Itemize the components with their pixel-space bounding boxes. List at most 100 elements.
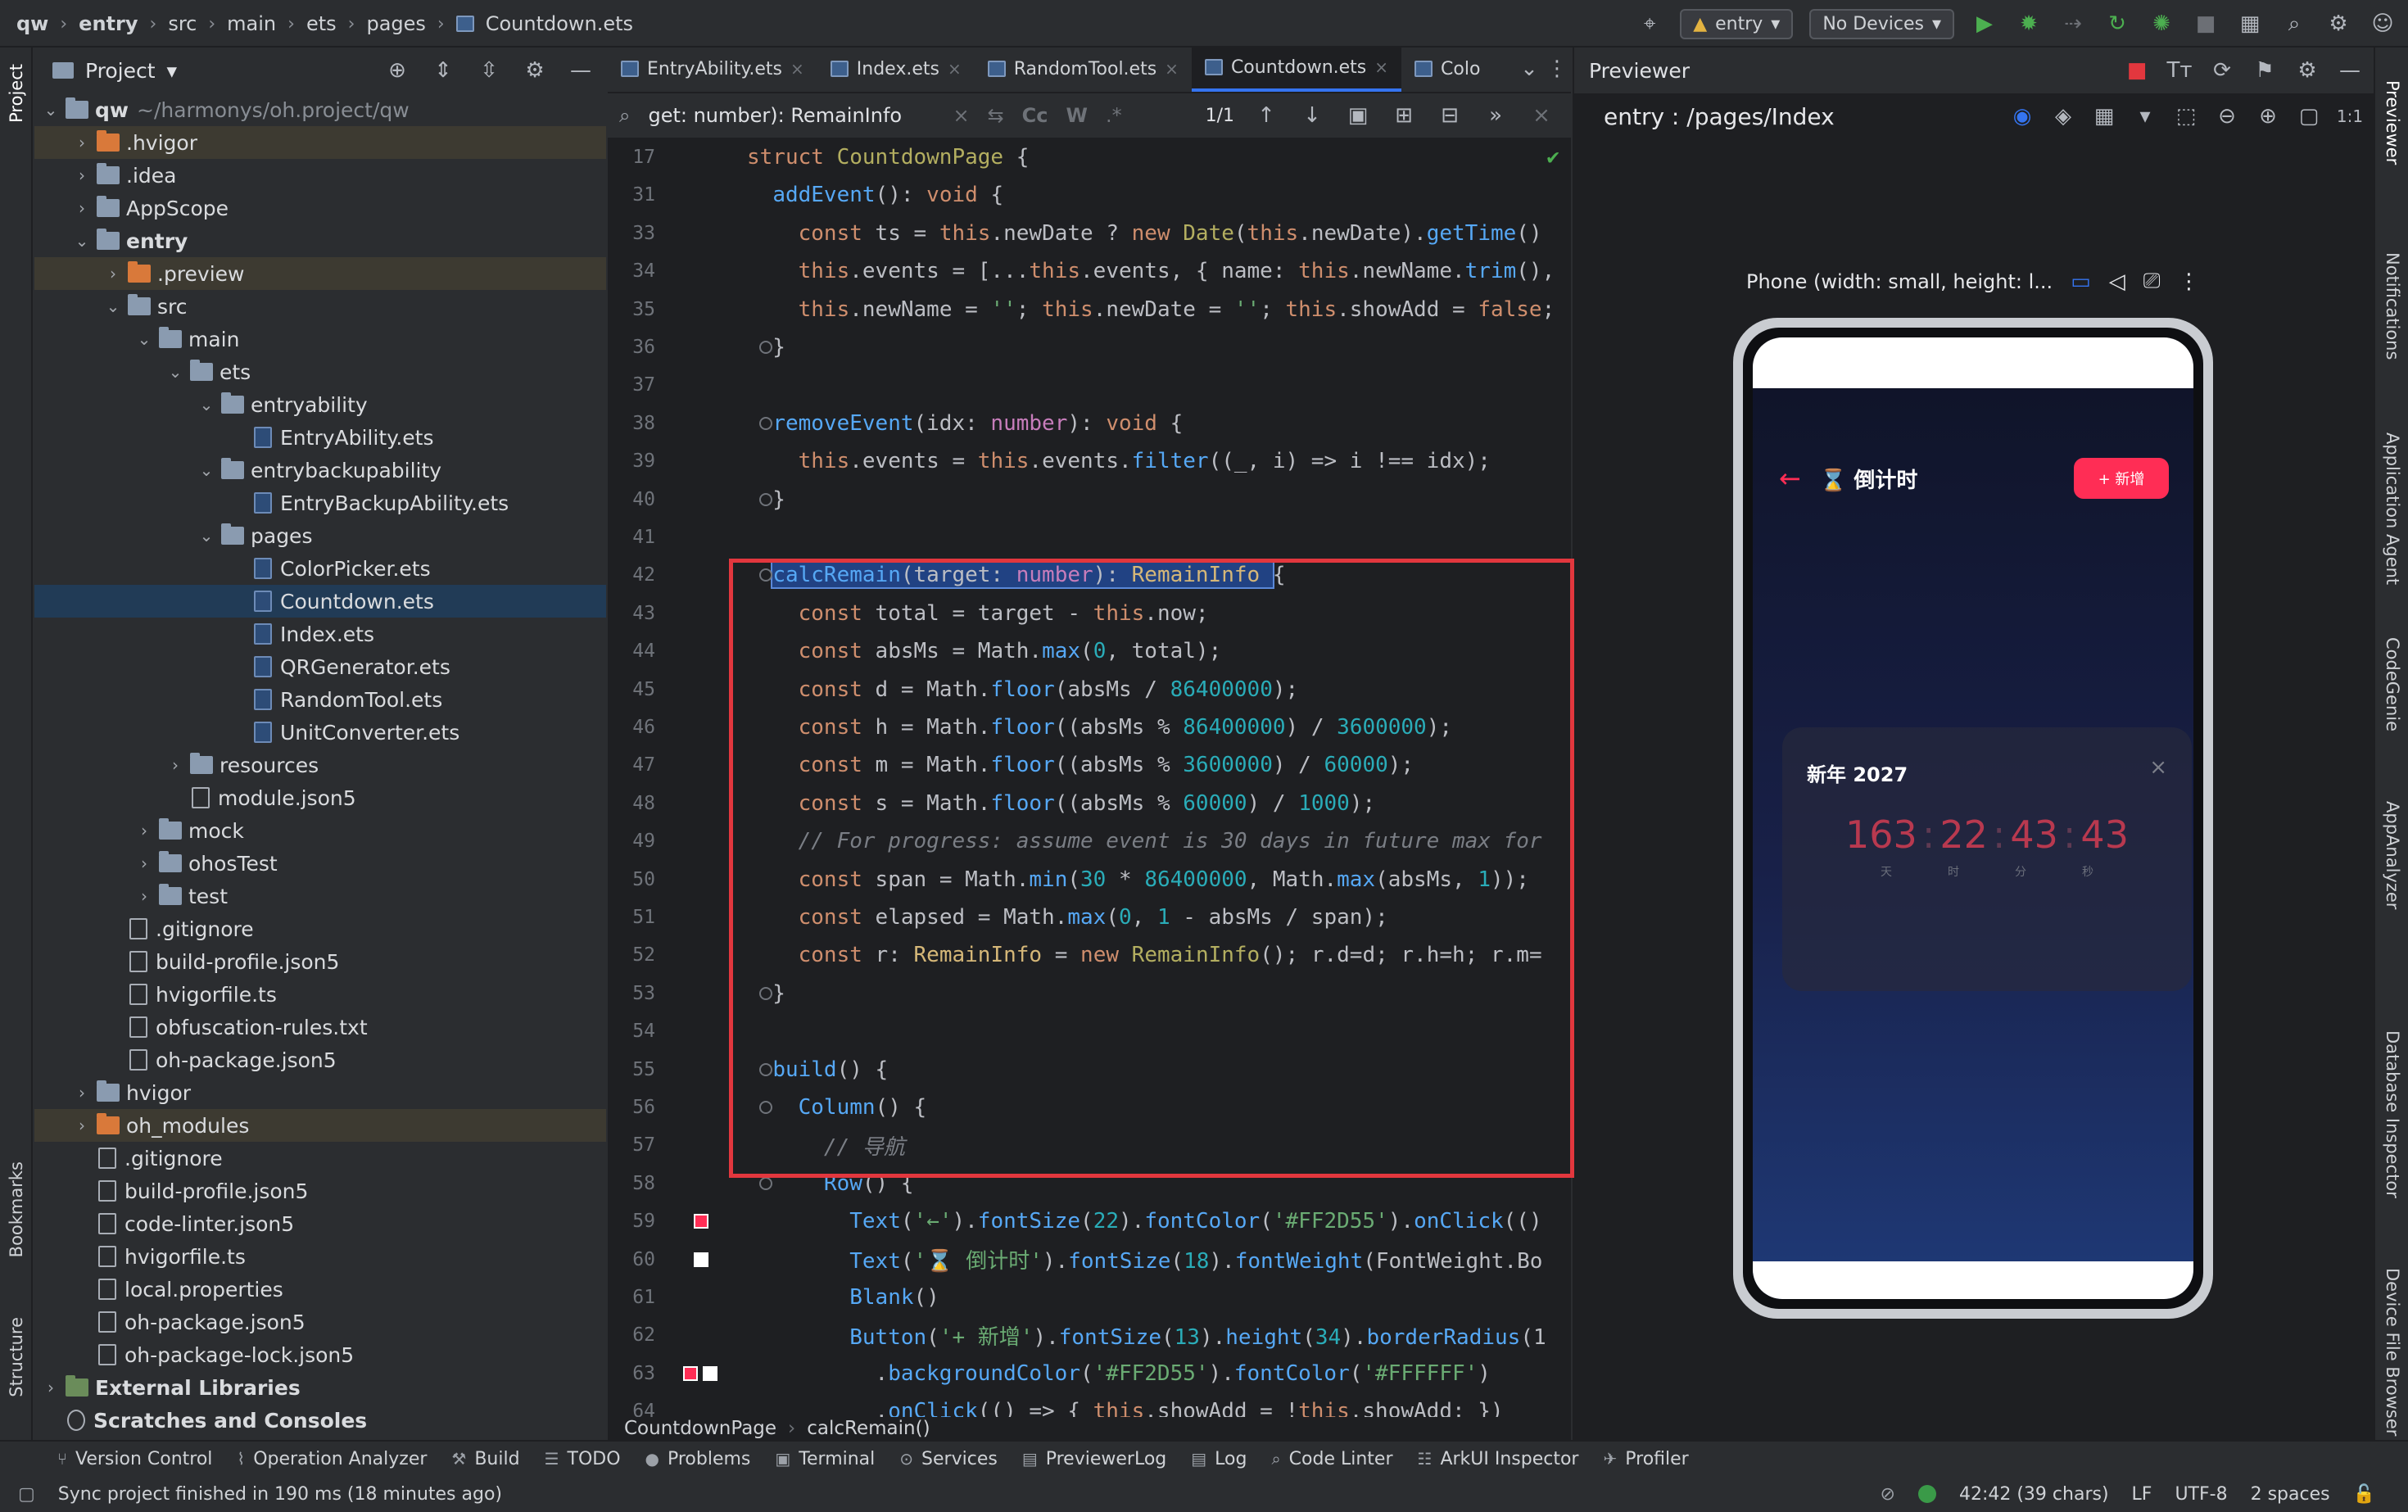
fold-marker-icon[interactable]	[759, 492, 772, 506]
debug-icon[interactable]: ✹	[2015, 10, 2043, 38]
remove-event-close-icon[interactable]: ×	[2149, 755, 2167, 780]
zoom-out-icon[interactable]: ⊖	[2213, 102, 2241, 130]
tree-item[interactable]: › oh_modules	[34, 1109, 606, 1142]
target-icon[interactable]: ⌖	[1636, 10, 1663, 38]
font-size-icon[interactable]: Tт	[2166, 57, 2193, 84]
line-number[interactable]: 40	[608, 489, 660, 510]
line-number[interactable]: 63	[608, 1363, 660, 1384]
tree-item[interactable]: oh-package-lock.json5	[34, 1338, 606, 1371]
tree-item[interactable]: Index.ets	[34, 618, 606, 650]
tree-item[interactable]: ⌄ entryability	[34, 388, 606, 421]
terminal-tab[interactable]: ▣ Terminal	[775, 1449, 875, 1469]
tree-item[interactable]: RandomTool.ets	[34, 683, 606, 716]
fold-marker-icon[interactable]	[759, 416, 772, 430]
code-line[interactable]: 37	[608, 367, 1571, 403]
chevron-down-icon[interactable]: ⌄	[165, 362, 185, 382]
close-icon[interactable]: ×	[1528, 102, 1555, 129]
breadcrumb-struct[interactable]: CountdownPage	[624, 1418, 776, 1439]
line-separator[interactable]: LF	[2132, 1484, 2152, 1505]
codegenie-tool-tab[interactable]: CodeGenie	[2383, 637, 2402, 731]
crumb-entry[interactable]: entry	[79, 12, 138, 35]
tree-item[interactable]: › hvigor	[34, 1076, 606, 1109]
no-mouse-icon[interactable]: ⊘	[1881, 1484, 1895, 1505]
select-all-icon[interactable]: ▣	[1344, 102, 1372, 129]
device-file-browser-tool-tab[interactable]: Device File Browser	[2383, 1268, 2402, 1436]
chevron-right-icon[interactable]: ›	[134, 853, 154, 873]
arrow-up-icon[interactable]: ↑	[1252, 102, 1280, 129]
tree-item[interactable]: › resources	[34, 749, 606, 781]
line-number[interactable]: 53	[608, 983, 660, 1004]
line-number[interactable]: 64	[608, 1401, 660, 1417]
line-number[interactable]: 59	[608, 1211, 660, 1232]
inspect-icon[interactable]: ⚑	[2251, 57, 2279, 84]
crumb-pages[interactable]: pages	[366, 12, 425, 35]
chevron-down-icon[interactable]: ⌄	[197, 460, 216, 480]
line-number[interactable]: 62	[608, 1324, 660, 1346]
line-number[interactable]: 51	[608, 907, 660, 928]
close-icon[interactable]: ×	[948, 59, 962, 79]
history-icon[interactable]: ⇆	[988, 104, 1004, 127]
more-vertical-icon[interactable]: ⋮	[2179, 269, 2200, 294]
crumb-file[interactable]: Countdown.ets	[486, 12, 633, 35]
chevron-down-icon[interactable]: ⌄	[72, 231, 92, 251]
tree-item[interactable]: ColorPicker.ets	[34, 552, 606, 585]
one-to-one-icon[interactable]: 1:1	[2336, 102, 2364, 130]
stop-icon[interactable]: ■	[2192, 10, 2220, 38]
tree-item[interactable]: › test	[34, 880, 606, 912]
line-number[interactable]: 31	[608, 184, 660, 206]
code-line[interactable]: 62 Button('+ 新增').fontSize(13).height(34…	[608, 1317, 1571, 1353]
chevron-right-icon[interactable]: ›	[72, 1083, 92, 1102]
close-icon[interactable]: ×	[1374, 57, 1388, 77]
line-number[interactable]: 41	[608, 527, 660, 548]
code-line[interactable]: 64 .onClick(() => { this.showAdd = !this…	[608, 1393, 1571, 1417]
more-icon[interactable]: »	[1482, 102, 1510, 129]
status-message[interactable]: Sync project finished in 190 ms (18 minu…	[58, 1484, 502, 1505]
back-arrow-icon[interactable]: ←	[1779, 463, 1801, 494]
expand-all-icon[interactable]: ⇕	[429, 57, 457, 84]
line-number[interactable]: 49	[608, 831, 660, 852]
tree-item[interactable]: .gitignore	[34, 1142, 606, 1175]
lock-icon[interactable]: 🔓	[2353, 1484, 2375, 1505]
refresh-icon[interactable]: ⟳	[2208, 57, 2236, 84]
project-panel-title[interactable]: Project	[85, 59, 156, 83]
code-line[interactable]: 38 removeEvent(idx: number): void {	[608, 405, 1571, 441]
line-number[interactable]: 61	[608, 1287, 660, 1308]
chevron-right-icon[interactable]: ›	[103, 264, 123, 283]
line-number[interactable]: 54	[608, 1021, 660, 1042]
code-line[interactable]: 34 this.events = [...this.events, { name…	[608, 253, 1571, 289]
line-number[interactable]: 39	[608, 450, 660, 472]
tree-item[interactable]: build-profile.json5	[34, 1175, 606, 1207]
device-select[interactable]: No Devices ▾	[1809, 8, 1954, 39]
line-number[interactable]: 44	[608, 641, 660, 662]
tree-item[interactable]: Scratches and Consoles	[34, 1404, 606, 1437]
regex-toggle[interactable]: .*	[1106, 104, 1122, 127]
tree-item[interactable]: ⌄ pages	[34, 519, 606, 552]
crumb-ets[interactable]: ets	[306, 12, 337, 35]
services-tab[interactable]: ⊙ Services	[899, 1449, 998, 1469]
tree-item[interactable]: ⌄ main	[34, 323, 606, 355]
tree-item[interactable]: module.json5	[34, 781, 606, 814]
tree-item[interactable]: ⌄ entry	[34, 224, 606, 257]
arkui-inspector-tab[interactable]: ☷ ArkUI Inspector	[1418, 1449, 1579, 1469]
color-swatch-icon[interactable]	[703, 1365, 717, 1381]
line-number[interactable]: 17	[608, 147, 660, 168]
chevron-right-icon[interactable]: ›	[72, 165, 92, 185]
database-inspector-tool-tab[interactable]: Database Inspector	[2383, 1030, 2402, 1198]
line-number[interactable]: 42	[608, 564, 660, 586]
tree-item[interactable]: › External Libraries	[34, 1371, 606, 1404]
tree-item[interactable]: UnitConverter.ets	[34, 716, 606, 749]
code-linter-tab[interactable]: ⌕ Code Linter	[1271, 1449, 1392, 1469]
tree-item[interactable]: hvigorfile.ts	[34, 978, 606, 1011]
profile-icon[interactable]: ✺	[2148, 10, 2175, 38]
line-number[interactable]: 46	[608, 717, 660, 738]
tree-item[interactable]: EntryBackupAbility.ets	[34, 487, 606, 519]
find-input[interactable]: get: number): RemainInfo	[648, 104, 935, 127]
tree-item[interactable]: › .preview	[34, 257, 606, 290]
tab-index[interactable]: Index.ets ×	[817, 46, 975, 92]
search-icon[interactable]: ⌕	[2280, 10, 2308, 38]
line-number[interactable]: 38	[608, 413, 660, 434]
tab-colorpicker[interactable]: Colo	[1401, 46, 1493, 92]
actual-size-icon[interactable]: ▢	[2295, 102, 2323, 130]
code-line[interactable]: 61 Blank()	[608, 1279, 1571, 1315]
crumb-src[interactable]: src	[168, 12, 197, 35]
